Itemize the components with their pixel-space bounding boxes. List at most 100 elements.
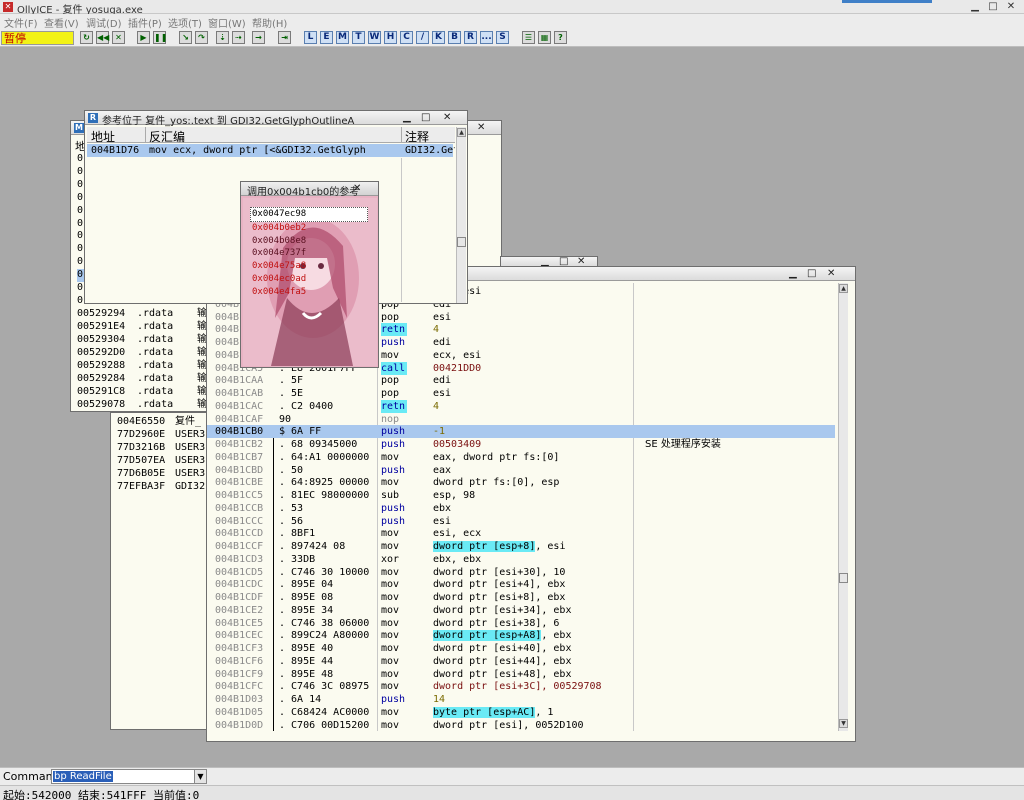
toolbar-button-c[interactable]: C [400,31,413,44]
toolbar-button-m[interactable]: M [336,31,349,44]
open-icon[interactable]: ↻ [80,31,93,44]
disassembly-row[interactable]: 004B1CC5 . 81EC 98000000 sub esp, 98 [207,489,835,502]
disassembly-row[interactable]: 004B1CAB . 5E pop esi [207,387,835,400]
scroll-up-icon[interactable]: ▲ [839,284,848,293]
disassembly-row[interactable]: 004B1CAC . C2 0400 retn 4 [207,399,835,413]
maximize-icon[interactable]: □ [986,1,1000,13]
menu-plugins[interactable]: 插件(P) [128,15,162,30]
run-icon[interactable]: ▶ [137,31,150,44]
toolbar-button-h[interactable]: H [384,31,397,44]
disassembly-row[interactable]: 004B1CE2 . 895E 34 mov dword ptr [esi+34], … [207,604,835,617]
cpu-close-icon[interactable]: ✕ [827,267,835,280]
list-item[interactable]: 00529304 .rdata 输 [77,333,217,346]
cpu-maximize-icon[interactable]: □ [807,267,816,280]
chevron-down-icon[interactable]: ▼ [194,770,206,783]
list-item[interactable]: 77D2960E USER3 [117,428,209,441]
list-item[interactable]: 0x004ec0ad [250,273,368,286]
menu-file[interactable]: 文件(F) [4,15,38,30]
disassembly-row[interactable]: 004B1CDC . 895E 04 mov dword ptr [esi+4], e… [207,578,835,591]
cpu-minimize-icon[interactable]: ▁ [789,267,797,280]
list-item[interactable]: 005291E4 .rdata 输 [77,320,217,333]
list-item[interactable]: 005292D0 .rdata 输 [77,346,217,359]
disassembly-row[interactable]: 004B1D0D . C706 00D15200 mov dword ptr [esi… [207,719,835,732]
toolbar-button-w[interactable]: W [368,31,381,44]
menu-debug[interactable]: 调试(D) [86,15,122,30]
scroll-up-icon[interactable]: ▲ [457,128,466,137]
references-maximize-icon[interactable]: □ [421,111,430,124]
strip-maximize-icon[interactable]: □ [559,257,568,267]
disassembly-row[interactable]: 004B1CE5 . C746 38 06000 mov dword ptr [esi… [207,617,835,630]
disassembly-row[interactable]: 004B1CCB . 53 push ebx [207,502,835,515]
disassembly-row[interactable]: 004B1CD3 . 33DB xor ebx, ebx [207,553,835,566]
toolbar-button-k[interactable]: K [432,31,445,44]
disassembly-row[interactable]: 004B1CF6 . 895E 44 mov dword ptr [esi+44], … [207,655,835,668]
list-icon[interactable]: ☰ [522,31,535,44]
scroll-thumb[interactable] [457,237,466,247]
references-close-icon[interactable]: ✕ [443,111,451,124]
menu-view[interactable]: 查看(V) [44,15,79,30]
list-item[interactable]: 004E6550 复件_ [117,415,209,428]
list-item[interactable]: 005291C8 .rdata 输 [77,385,217,398]
disassembly-row[interactable]: 004B1D05 . C68424 AC0000 mov byte ptr [esp+… [207,706,835,719]
list-item[interactable]: 0x0047ec98 [250,207,368,222]
toolbar-button-run-trace[interactable]: ... [480,31,493,44]
grid-icon[interactable]: ▦ [538,31,551,44]
goto-icon[interactable]: ⇥ [278,31,291,44]
execute-till-return-icon[interactable]: → [252,31,265,44]
list-item[interactable]: 77D507EA USER3 [117,454,209,467]
references-minimize-icon[interactable]: ▁ [403,111,411,124]
step-over-icon[interactable]: ↷ [195,31,208,44]
list-item[interactable]: 0x004b08e8 [250,235,368,248]
pause-icon[interactable]: ❚❚ [153,31,167,44]
toolbar-button-b[interactable]: B [448,31,461,44]
rewind-icon[interactable]: ◀◀ [96,31,109,44]
disassembly-row[interactable]: 004B1CCF . 897424 08 mov dword ptr [esp+8],… [207,540,835,553]
close-program-icon[interactable]: ✕ [112,31,125,44]
strip-minimize-icon[interactable]: ▁ [541,257,549,267]
toolbar-button-patches[interactable]: / [416,31,429,44]
disassembly-row[interactable]: 004B1CCD . 8BF1 mov esi, ecx [207,527,835,540]
step-into-icon[interactable]: ↘ [179,31,192,44]
disassembly-row[interactable]: 004B1CFC . C746 3C 08975 mov dword ptr [esi… [207,680,835,693]
cpu-vertical-scrollbar[interactable]: ▲ ▼ [838,283,848,731]
call-references-close-icon[interactable]: ✕ [353,182,361,195]
list-item[interactable]: 00529288 .rdata 输 [77,359,217,372]
disassembly-row[interactable]: 004B1CAF 90 nop [207,413,835,426]
list-item[interactable]: 00529078 .rdata 输 [77,398,217,411]
scroll-thumb[interactable] [839,573,848,583]
trace-into-icon[interactable]: ⇣ [216,31,229,44]
disassembly-row[interactable]: 004B1CBE . 64:8925 00000 mov dword ptr fs:[… [207,476,835,489]
disassembly-row[interactable]: 004B1CAA . 5F pop edi [207,374,835,387]
column-header-disassembly[interactable]: 反汇编 [149,128,185,145]
memory-window-close-icon[interactable]: ✕ [477,121,485,134]
list-item[interactable]: 77EFBA3F GDI32 [117,480,209,493]
help-icon[interactable]: ? [554,31,567,44]
scroll-down-icon[interactable]: ▼ [839,719,848,728]
trace-over-icon[interactable]: ⇢ [232,31,245,44]
table-row[interactable]: 004B1D76 mov ecx, dword ptr [<&GDI32.Get… [87,144,455,157]
disassembly-row[interactable]: 004B1D03 . 6A 14 push 14 [207,693,835,706]
disassembly-row[interactable]: 004B1CF9 . 895E 48 mov dword ptr [esi+48], … [207,668,835,681]
disassembly-row[interactable]: 004B1CB7 . 64:A1 0000000 mov eax, dword ptr… [207,451,835,464]
list-item[interactable]: 0x004e737f [250,247,368,260]
menu-help[interactable]: 帮助(H) [252,15,287,30]
close-icon[interactable]: ✕ [1004,1,1018,13]
toolbar-button-e[interactable]: E [320,31,333,44]
command-input[interactable]: bp ReadFile ▼ [51,769,207,784]
list-item[interactable]: 0x004e75a8 [250,260,368,273]
toolbar-button-r[interactable]: R [464,31,477,44]
column-header-address[interactable]: 地址 [91,128,115,145]
list-item[interactable]: 0x004e4fa5 [250,286,368,299]
disassembly-row[interactable]: 004B1CCC . 56 push esi [207,515,835,528]
references-vertical-scrollbar[interactable]: ▲ [456,127,466,303]
disassembly-row[interactable]: 004B1CBD . 50 push eax [207,464,835,477]
disassembly-row[interactable]: 004B1CEC . 899C24 A80000 mov dword ptr [esp… [207,629,835,642]
list-item[interactable]: 0x004b0eb2 [250,222,368,235]
minimize-icon[interactable]: ▁ [968,1,982,13]
disassembly-row[interactable]: 004B1CB0 $ 6A FF push -1 [207,425,835,439]
toolbar-button-l[interactable]: L [304,31,317,44]
list-item[interactable]: 77D6B05E USER3 [117,467,209,480]
menu-window[interactable]: 窗口(W) [208,15,246,30]
menu-options[interactable]: 选项(T) [168,15,202,30]
toolbar-button-t[interactable]: T [352,31,365,44]
